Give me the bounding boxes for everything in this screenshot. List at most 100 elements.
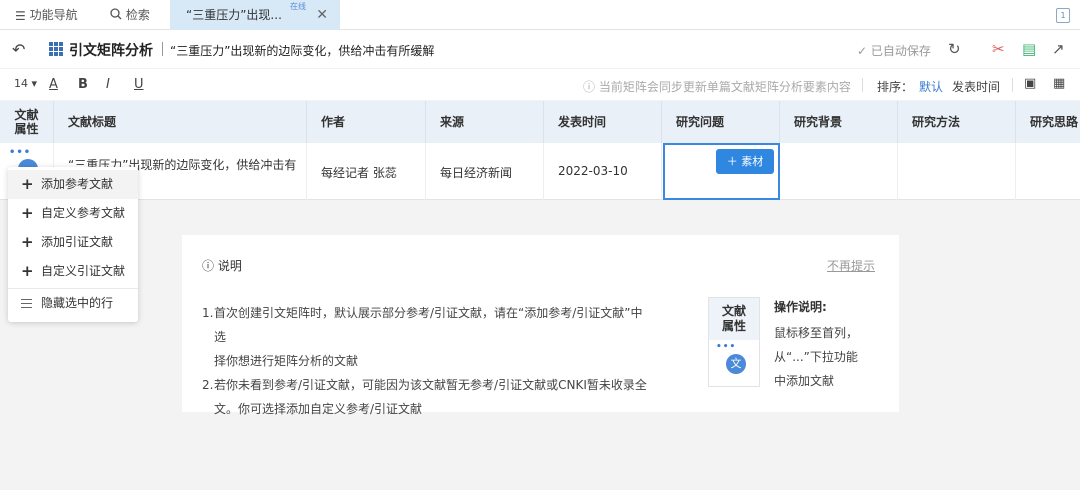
tab-function-nav-label: 功能导航 [29,8,78,22]
sort-label: 排序： [877,80,914,94]
example-attr-header: 文献 属性 [709,298,759,340]
cell-idea[interactable] [1016,143,1080,200]
column-header-attr: 文献 属性 [0,101,54,143]
table-view-icon[interactable]: ▣ [1024,76,1036,91]
info-icon: ⓘ [583,80,596,94]
cell-author[interactable]: 每经记者 张蕊 [307,143,426,200]
bold-icon[interactable]: B [78,77,88,92]
help-title: 说明 [217,259,242,273]
plus-icon: + [21,175,34,193]
menu-icon: ☰ [15,8,26,23]
cell-date-text: 2022-03-10 [558,164,628,178]
cell-source[interactable]: 每日经济新闻 [426,143,544,200]
list-item: 2. 若你未看到参考/引证文献，可能因为该文献暂无参考/引证文献或CNKI暂未收… [202,373,652,421]
list-item: 1. 首次创建引文矩阵时，默认展示部分参考/引证文献，请在“添加参考/引证文献”… [202,301,652,373]
menu-item-label: 自定义参考文献 [41,206,126,220]
close-icon[interactable]: ✕ [316,0,328,30]
column-header-author: 作者 [307,101,426,143]
plus-icon: + [21,204,34,222]
menu-item-label: 隐藏选中的行 [41,296,114,310]
document-title: “三重压力”出现新的边际变化，供给冲击有所缓解 [170,44,435,58]
menu-item-add-citing[interactable]: + 添加引证文献 [8,228,138,257]
title-divider [162,42,163,56]
plus-icon: + [21,262,34,280]
search-icon [110,1,122,31]
list-item-line: 文。你可选择添加自定义参考/引证文献 [214,402,423,416]
column-settings-icon[interactable]: ▦ [1053,76,1065,91]
sort-default-option[interactable]: 默认 [919,78,943,95]
attr-header-line1: 文献 [14,108,39,122]
list-item-number: 1. [202,306,214,320]
attr-header-line2: 属性 [14,122,39,136]
tab-search[interactable]: 检索 [110,0,150,30]
menu-item-label: 添加引证文献 [41,235,114,249]
list-item-number: 2. [202,378,214,392]
cell-date[interactable]: 2022-03-10 [544,143,662,200]
app-title: 引文矩阵分析 [69,43,153,59]
online-badge: 在线 [290,2,306,11]
italic-icon[interactable]: I [106,77,110,92]
example-attr-line1: 文献 [721,304,746,318]
sort-time-option[interactable]: 发表时间 [952,78,1000,95]
matrix-icon [49,42,63,56]
menu-item-hide-selected[interactable]: 隐藏选中的行 [8,289,138,318]
format-toolbar: 14 ▾ A B I U ⓘ 当前矩阵会同步更新单篇文献矩阵分析要素内容 排序：… [0,68,1080,100]
page-count-icon[interactable]: 1 [1056,8,1070,23]
autosave-label: 已自动保存 [870,44,931,58]
tab-function-nav[interactable]: ☰ 功能导航 [15,0,78,30]
help-heading: ⓘ 说明 [202,257,242,274]
column-header-title: 文献标题 [54,101,307,143]
add-material-label: 素材 [741,155,764,168]
table-row[interactable]: “三重压力”出现新的边际变化，供给冲击有 每经记者 张蕊 每日经济新闻 2022… [0,143,1080,200]
info-icon: ⓘ [202,259,215,273]
menu-item-add-reference[interactable]: + 添加参考文献 [8,170,138,199]
table-header: 文献 属性 文献标题 作者 来源 发表时间 研究问题 研究背景 研究方法 研究思… [0,101,1080,143]
autosave-status: ✓ 已自动保存 [857,42,931,59]
more-options-icon[interactable]: ••• [9,147,31,158]
sync-notice: ⓘ 当前矩阵会同步更新单篇文献矩阵分析要素内容 [583,78,851,95]
menu-item-label: 自定义引证文献 [41,264,126,278]
menu-item-label: 添加参考文献 [41,177,114,191]
underline-icon[interactable]: U [134,77,144,92]
check-circle-icon: ✓ [857,44,868,58]
column-header-background: 研究背景 [780,101,898,143]
column-header-date: 发表时间 [544,101,662,143]
help-panel: ⓘ 说明 不再提示 1. 首次创建引文矩阵时，默认展示部分参考/引证文献，请在“… [182,235,899,416]
cell-method[interactable] [898,143,1016,200]
refresh-icon[interactable]: ↻ [948,40,961,58]
cell-source-text: 每日经济新闻 [440,166,513,180]
tab-document[interactable]: “三重压力”出现... 在线 ✕ [170,0,340,30]
share-icon[interactable]: ↗ [1052,40,1065,58]
menu-item-custom-citing[interactable]: + 自定义引证文献 [8,257,138,286]
example-attr-card: 文献 属性 ••• 文 [708,297,760,387]
plus-icon: ＋ [726,155,738,168]
title-bar: ↶ 引文矩阵分析 “三重压力”出现新的边际变化，供给冲击有所缓解 ✓ 已自动保存… [0,30,1080,68]
tab-bar: ☰ 功能导航 检索 “三重压力”出现... 在线 ✕ 1 [0,0,1080,30]
operation-title: 操作说明: [774,300,827,314]
operation-line: 从“...”下拉功能 [774,350,858,364]
tab-document-label: “三重压力”出现... [186,8,282,22]
row-actions-menu: + 添加参考文献 + 自定义参考文献 + 添加引证文献 + 自定义引证文献 隐藏… [8,167,138,322]
mindmap-icon[interactable]: ✂ [992,40,1005,58]
toolbar-divider [862,78,863,92]
add-material-button[interactable]: ＋ 素材 [716,149,774,174]
tab-search-label: 检索 [125,8,150,22]
avatar: 文 [726,354,746,374]
font-size-select[interactable]: 14 ▾ [14,77,37,90]
more-options-icon: ••• [716,342,737,352]
chevron-down-icon: ▾ [31,77,38,90]
menu-item-custom-reference[interactable]: + 自定义参考文献 [8,199,138,228]
column-header-idea: 研究思路 [1030,115,1079,129]
operation-line: 中添加文献 [774,374,835,388]
plus-icon: + [21,233,34,251]
operation-line: 鼠标移至首列， [774,326,859,340]
cell-background[interactable] [780,143,898,200]
sync-notice-text: 当前矩阵会同步更新单篇文献矩阵分析要素内容 [598,80,851,94]
column-header-question: 研究问题 [662,101,780,143]
export-doc-icon[interactable]: ▤ [1022,40,1036,58]
font-color-icon[interactable]: A [49,77,58,92]
hide-rows-icon [21,299,32,308]
font-size-value: 14 [14,77,28,90]
back-icon[interactable]: ↶ [12,40,25,59]
dismiss-tip-link[interactable]: 不再提示 [827,257,875,274]
